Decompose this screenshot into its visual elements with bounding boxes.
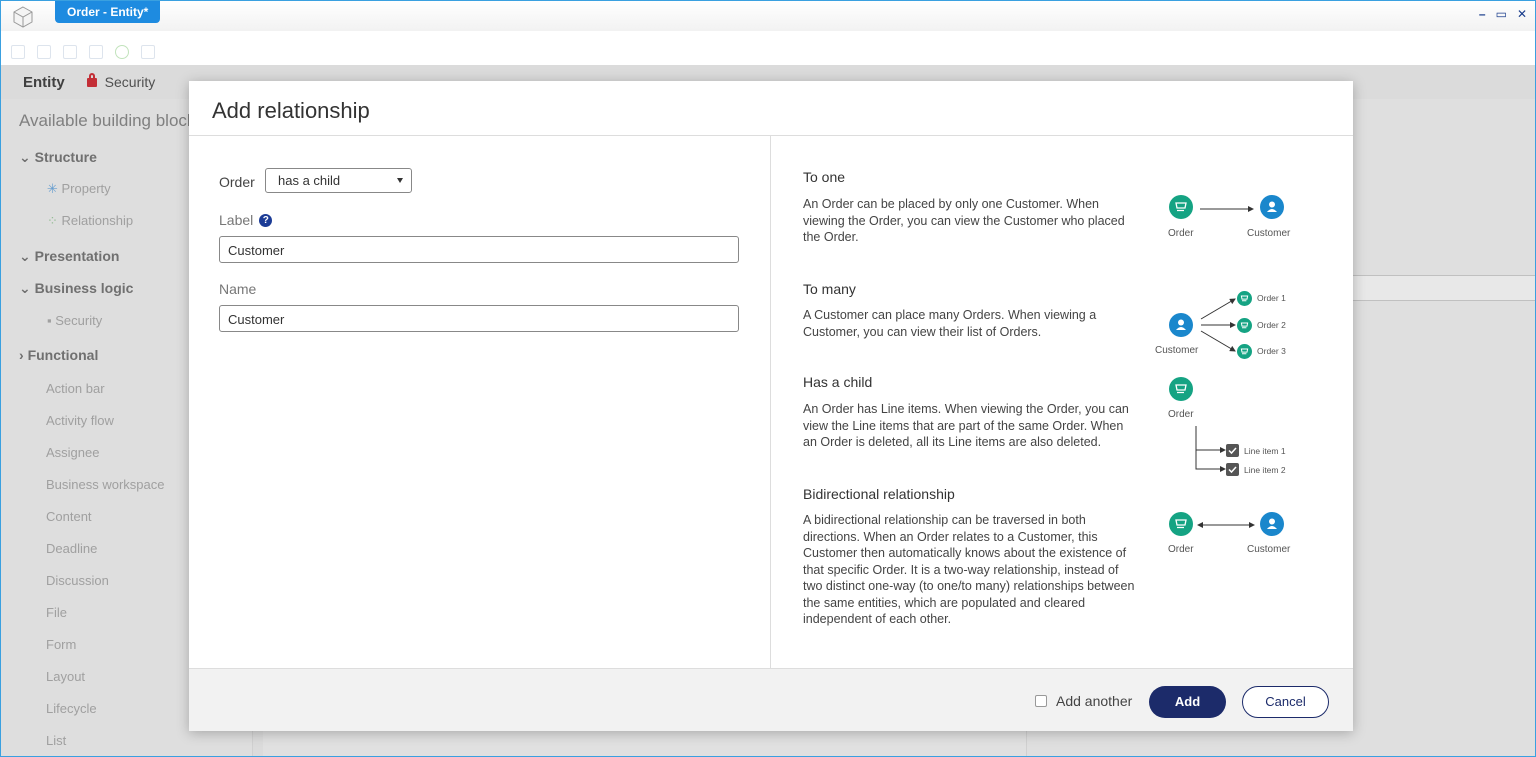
to-one-text: An Order can be placed by only one Custo… [803, 197, 1125, 244]
cancel-button[interactable]: Cancel [1242, 686, 1329, 718]
to-many-text: A Customer can place many Orders. When v… [803, 308, 1097, 339]
add-another-label[interactable]: Add another [1056, 693, 1132, 709]
caret-down-icon [397, 178, 403, 183]
person-icon [1260, 512, 1284, 536]
cart-icon [1169, 512, 1193, 536]
window-title-tab[interactable]: Order - Entity* [55, 1, 161, 23]
maximize-button[interactable]: ▭ [1496, 7, 1507, 21]
dialog-header: Add relationship [189, 81, 1353, 136]
checkbox-icon [1226, 463, 1239, 476]
window-controls: – ▭ ✕ [1479, 7, 1527, 21]
toolbar [1, 41, 1535, 63]
back-icon[interactable] [11, 45, 25, 59]
refresh-icon[interactable] [115, 45, 129, 59]
app-window: Order - Entity* – ▭ ✕ Entity Security Av… [0, 0, 1536, 757]
dialog-footer: Add another Add Cancel [189, 668, 1353, 731]
label-field-label: Label ? [219, 212, 273, 228]
add-another-checkbox[interactable] [1035, 695, 1047, 707]
close-button[interactable]: ✕ [1517, 7, 1527, 21]
has-child-title: Has a child [803, 374, 873, 390]
customer-diagram-label: Customer [1247, 544, 1291, 555]
line-item-1-label: Line item 1 [1244, 446, 1286, 456]
dialog-title: Add relationship [212, 98, 370, 123]
new-document-icon[interactable] [37, 45, 51, 59]
cart-icon [1237, 344, 1252, 359]
cart-icon [1237, 291, 1252, 306]
order-label: Order [219, 174, 255, 190]
person-icon [1260, 195, 1284, 219]
help-icon[interactable]: ? [259, 213, 273, 227]
to-many-title: To many [803, 281, 856, 297]
to-one-title: To one [803, 169, 846, 185]
label-input[interactable]: Customer [219, 236, 739, 263]
order-diagram-label: Order [1168, 228, 1194, 239]
cart-icon [1237, 318, 1252, 333]
relationship-help-panel: To one An Order can be placed by only on… [772, 136, 1353, 668]
order-3-label: Order 3 [1257, 346, 1286, 356]
line-item-2-label: Line item 2 [1244, 465, 1286, 475]
relationship-type-value: has a child [278, 173, 341, 188]
person-icon [1169, 313, 1193, 337]
customer-diagram-label: Customer [1247, 228, 1291, 239]
save-icon[interactable] [63, 45, 77, 59]
order-1-label: Order 1 [1257, 293, 1286, 303]
order-diagram-label: Order [1168, 544, 1194, 555]
order-2-label: Order 2 [1257, 320, 1286, 330]
cart-icon [1169, 377, 1193, 401]
edit-icon[interactable] [141, 45, 155, 59]
cart-icon [1169, 195, 1193, 219]
order-diagram-label: Order [1168, 409, 1194, 420]
cube-icon [11, 5, 35, 29]
relationship-type-select[interactable]: has a child [265, 168, 412, 193]
name-field-label: Name [219, 281, 257, 297]
add-relationship-dialog: Add relationship Order has a child Label… [189, 81, 1353, 731]
has-child-text: An Order has Line items. When viewing th… [803, 402, 1129, 449]
add-button[interactable]: Add [1149, 686, 1226, 718]
save-as-icon[interactable] [89, 45, 103, 59]
bidirectional-text: A bidirectional relationship can be trav… [803, 513, 1135, 626]
name-input[interactable]: Customer [219, 305, 739, 332]
customer-diagram-label: Customer [1155, 345, 1199, 356]
relationship-form: Order has a child Label ? Customer Name … [189, 136, 771, 668]
minimize-button[interactable]: – [1479, 7, 1486, 21]
checkbox-icon [1226, 444, 1239, 457]
title-bar: Order - Entity* – ▭ ✕ [1, 1, 1535, 31]
bidirectional-title: Bidirectional relationship [803, 486, 955, 502]
